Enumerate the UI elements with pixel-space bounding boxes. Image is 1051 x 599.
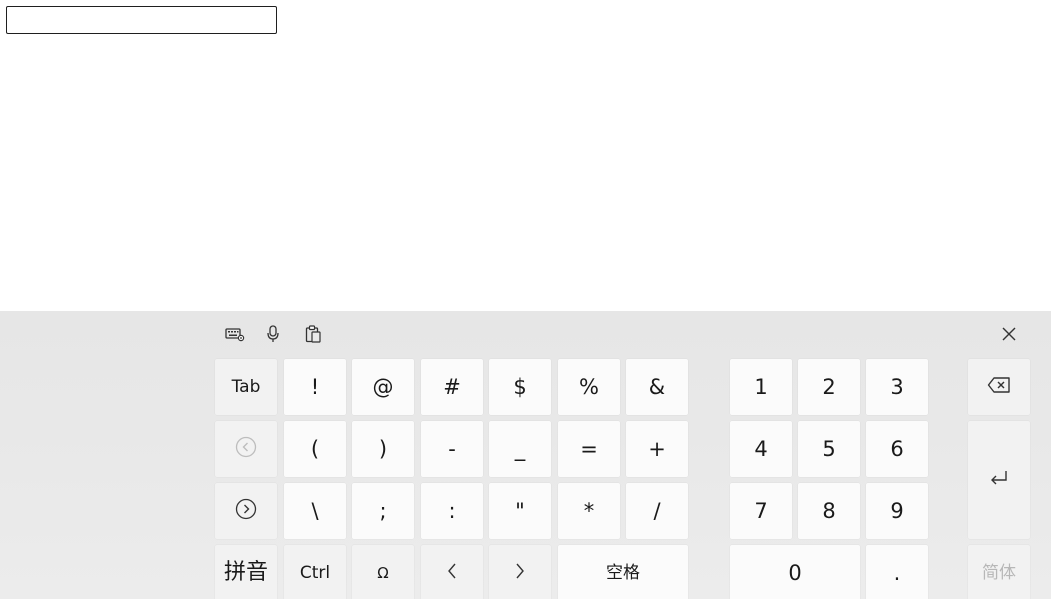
key-4[interactable]: 4 — [730, 421, 792, 477]
key-label: 空格 — [606, 562, 640, 583]
key-exclamation[interactable]: ! — [284, 359, 346, 415]
key-label: 9 — [890, 498, 904, 523]
key-label: + — [648, 436, 666, 461]
key-dot[interactable]: . — [866, 545, 928, 599]
pinyin-key[interactable]: 拼音 — [215, 545, 277, 599]
key-label: * — [583, 498, 595, 523]
key-label: 简体 — [982, 562, 1016, 583]
key-label: 4 — [754, 436, 768, 461]
key-label: % — [579, 374, 599, 399]
key-label: 0 — [788, 560, 802, 585]
key-colon[interactable]: : — [421, 483, 483, 539]
close-icon — [1002, 326, 1016, 345]
key-label: 5 — [822, 436, 836, 461]
key-0[interactable]: 0 — [730, 545, 860, 599]
chevron-left-icon — [445, 561, 459, 585]
backspace-icon — [987, 376, 1011, 398]
key-9[interactable]: 9 — [866, 483, 928, 539]
clipboard-icon[interactable] — [302, 323, 324, 345]
key-label: 3 — [890, 374, 904, 399]
key-label: \ — [311, 498, 319, 523]
key-backslash[interactable]: \ — [284, 483, 346, 539]
key-equals[interactable]: = — [558, 421, 620, 477]
key-6[interactable]: 6 — [866, 421, 928, 477]
key-label: . — [893, 560, 901, 585]
key-label: _ — [514, 436, 526, 461]
tab-key[interactable]: Tab — [215, 359, 277, 415]
key-quote[interactable]: " — [489, 483, 551, 539]
keyboard-settings-icon[interactable] — [224, 323, 246, 345]
key-semicolon[interactable]: ; — [352, 483, 414, 539]
key-label: # — [443, 374, 461, 399]
key-label: ( — [310, 436, 320, 461]
chevron-right-icon — [513, 561, 527, 585]
key-hash[interactable]: # — [421, 359, 483, 415]
chevron-left-circle-icon — [235, 436, 257, 462]
ctrl-key[interactable]: Ctrl — [284, 545, 346, 599]
key-ampersand[interactable]: & — [626, 359, 688, 415]
key-label: - — [448, 436, 456, 461]
cursor-right-key[interactable] — [215, 483, 277, 539]
key-7[interactable]: 7 — [730, 483, 792, 539]
key-slash[interactable]: / — [626, 483, 688, 539]
key-at[interactable]: @ — [352, 359, 414, 415]
key-5[interactable]: 5 — [798, 421, 860, 477]
key-plus[interactable]: + — [626, 421, 688, 477]
screen: Tab ! @ # $ % & 1 2 3 () - _ = + 4 5 6 … — [0, 0, 1051, 599]
simplified-chinese-key[interactable]: 简体 — [968, 545, 1030, 599]
key-label: Ctrl — [299, 562, 331, 583]
key-8[interactable]: 8 — [798, 483, 860, 539]
key-label: 6 — [890, 436, 904, 461]
key-less-than[interactable] — [421, 545, 483, 599]
key-1[interactable]: 1 — [730, 359, 792, 415]
key-left-paren[interactable]: ( — [284, 421, 346, 477]
backspace-key[interactable] — [968, 359, 1030, 415]
key-label: = — [580, 436, 598, 461]
cursor-left-key[interactable] — [215, 421, 277, 477]
key-label: " — [515, 498, 525, 523]
enter-key[interactable] — [968, 421, 1030, 539]
key-percent[interactable]: % — [558, 359, 620, 415]
key-dollar[interactable]: $ — [489, 359, 551, 415]
omega-key[interactable]: Ω — [352, 545, 414, 599]
key-label: ) — [378, 436, 388, 461]
key-label: / — [653, 498, 661, 523]
key-label: 7 — [754, 498, 768, 523]
key-label: 8 — [822, 498, 836, 523]
key-2[interactable]: 2 — [798, 359, 860, 415]
key-right-paren[interactable]: ) — [352, 421, 414, 477]
space-key[interactable]: 空格 — [558, 545, 688, 599]
key-label: 拼音 — [223, 560, 268, 585]
enter-icon — [988, 469, 1010, 491]
close-keyboard-button[interactable] — [998, 324, 1020, 346]
microphone-icon[interactable] — [262, 323, 284, 345]
key-3[interactable]: 3 — [866, 359, 928, 415]
chevron-right-circle-icon — [235, 498, 257, 524]
key-label: & — [648, 374, 666, 399]
key-label: ! — [310, 374, 320, 399]
text-input-box[interactable] — [6, 6, 277, 34]
key-underscore[interactable]: _ — [489, 421, 551, 477]
key-greater-than[interactable] — [489, 545, 551, 599]
key-asterisk[interactable]: * — [558, 483, 620, 539]
key-label: Ω — [377, 563, 389, 582]
key-label: @ — [372, 374, 394, 399]
key-label: ; — [379, 498, 387, 523]
touch-keyboard: Tab ! @ # $ % & 1 2 3 () - _ = + 4 5 6 … — [0, 311, 1051, 599]
key-label: 1 — [754, 374, 768, 399]
key-label: $ — [513, 374, 527, 399]
tab-key-label: Tab — [231, 376, 261, 397]
key-label: 2 — [822, 374, 836, 399]
key-minus[interactable]: - — [421, 421, 483, 477]
key-label: : — [448, 498, 456, 523]
